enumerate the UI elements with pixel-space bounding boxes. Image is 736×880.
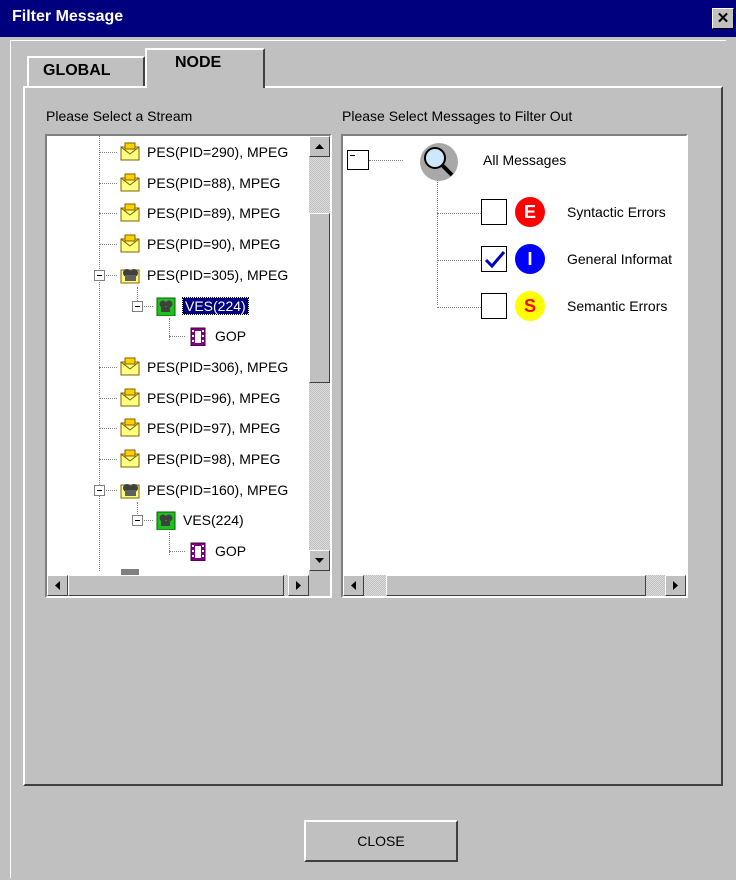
message-type-label: Syntactic Errors	[567, 204, 666, 220]
envelope-icon	[120, 234, 140, 253]
stream-vscroll-thumb[interactable]	[309, 213, 330, 383]
collapse-all-toggle[interactable]	[347, 150, 369, 170]
message-type-badge: S	[515, 291, 545, 321]
tree-connector	[99, 182, 117, 184]
tree-expander[interactable]	[94, 269, 105, 281]
stream-item-label: PES(PID=305), MPEG	[147, 266, 289, 283]
stream-item-label: PES(PID=97), MPEG	[147, 420, 281, 437]
message-type-label: Semantic Errors	[567, 298, 668, 314]
tree-connector	[99, 244, 117, 246]
message-checkbox[interactable]	[481, 199, 507, 225]
message-tree[interactable]: All Messages E Syntactic Errors I General I…	[341, 134, 688, 598]
tab-node[interactable]: NODE	[145, 48, 265, 88]
stream-item-label: PES(PID=306), MPEG	[147, 358, 289, 375]
scroll-corner	[309, 571, 330, 596]
tree-root-label: All Messages	[483, 152, 567, 168]
close-button[interactable]: CLOSE	[304, 820, 458, 862]
tree-connector	[437, 213, 481, 214]
message-type-label: General Informat	[567, 251, 673, 267]
stream-item-label: PES(PID=290), MPEG	[147, 144, 289, 160]
scroll-left-button[interactable]	[343, 575, 364, 596]
envelope-icon	[120, 203, 140, 222]
stream-item-label: PES(PID=90), MPEG	[147, 236, 281, 253]
scroll-up-button[interactable]	[309, 136, 330, 157]
tree-connector	[169, 551, 185, 553]
tree-connector	[99, 397, 117, 399]
arrow-left-icon	[351, 581, 356, 590]
tree-connector	[99, 366, 117, 368]
envelope-icon	[120, 142, 140, 161]
tree-connector	[99, 459, 117, 460]
tree-expander[interactable]	[132, 515, 143, 527]
film-icon	[190, 327, 206, 347]
video-icon	[156, 297, 176, 316]
scroll-down-button[interactable]	[309, 550, 330, 571]
tree-connector	[369, 160, 403, 161]
stream-item-label: PES(PID=89), MPEG	[147, 205, 281, 222]
tree-connector	[99, 213, 117, 215]
tree-connector	[437, 307, 481, 308]
scroll-right-button[interactable]	[288, 575, 309, 596]
video-icon	[156, 511, 176, 531]
stream-item-label: PES(PID=88), MPEG	[147, 174, 281, 191]
tree-connector	[437, 260, 481, 261]
tree-connector	[99, 428, 117, 430]
message-checkbox[interactable]	[481, 246, 507, 272]
camera-envelope-icon	[120, 483, 140, 499]
stream-item-label: VES(224)	[183, 512, 244, 529]
stream-item-label: GOP	[215, 328, 247, 345]
stream-item-label: PES(PID=98), MPEG	[147, 451, 281, 467]
envelope-icon	[120, 449, 140, 468]
magnifier-icon	[420, 143, 458, 181]
arrow-down-icon	[315, 558, 324, 563]
message-hscroll-thumb[interactable]	[386, 575, 646, 596]
tree-expander[interactable]	[94, 484, 105, 496]
tree-connector	[169, 336, 185, 338]
message-type-badge: I	[515, 244, 545, 274]
tab-global[interactable]: GLOBAL	[27, 56, 145, 88]
window-title: Filter Message	[12, 8, 124, 25]
tree-connector	[437, 180, 438, 305]
message-type-badge: E	[515, 197, 545, 227]
stream-tree[interactable]: PES(PID=290), MPEG PES(PID=88), MPEG PES(P…	[45, 134, 332, 598]
message-checkbox[interactable]	[481, 293, 507, 319]
stream-panel-label: Please Select a Stream	[46, 108, 193, 124]
envelope-icon	[120, 173, 140, 192]
envelope-icon	[120, 357, 140, 376]
arrow-up-icon	[315, 144, 324, 149]
tree-connector	[99, 136, 100, 571]
arrow-left-icon	[55, 581, 60, 590]
stream-item-label: GOP	[215, 543, 247, 560]
arrow-right-icon	[296, 581, 301, 590]
tree-expander[interactable]	[132, 300, 143, 312]
envelope-icon	[120, 388, 140, 407]
stream-item-label: VES(224)	[182, 296, 249, 315]
scroll-left-button[interactable]	[47, 575, 68, 596]
scroll-right-button[interactable]	[665, 575, 686, 596]
message-panel-label: Please Select Messages to Filter Out	[342, 108, 573, 124]
arrow-right-icon	[673, 581, 678, 590]
envelope-icon	[120, 418, 140, 437]
film-icon	[190, 542, 206, 562]
stream-item-label: PES(PID=160), MPEG	[147, 481, 289, 498]
stream-item-label: PES(PID=96), MPEG	[147, 389, 281, 406]
tree-connector	[99, 152, 117, 153]
checkmark-icon	[484, 251, 506, 269]
stream-hscroll-thumb[interactable]	[68, 575, 284, 596]
camera-envelope-icon	[120, 268, 140, 284]
close-window-button[interactable]: ✕	[712, 8, 734, 29]
